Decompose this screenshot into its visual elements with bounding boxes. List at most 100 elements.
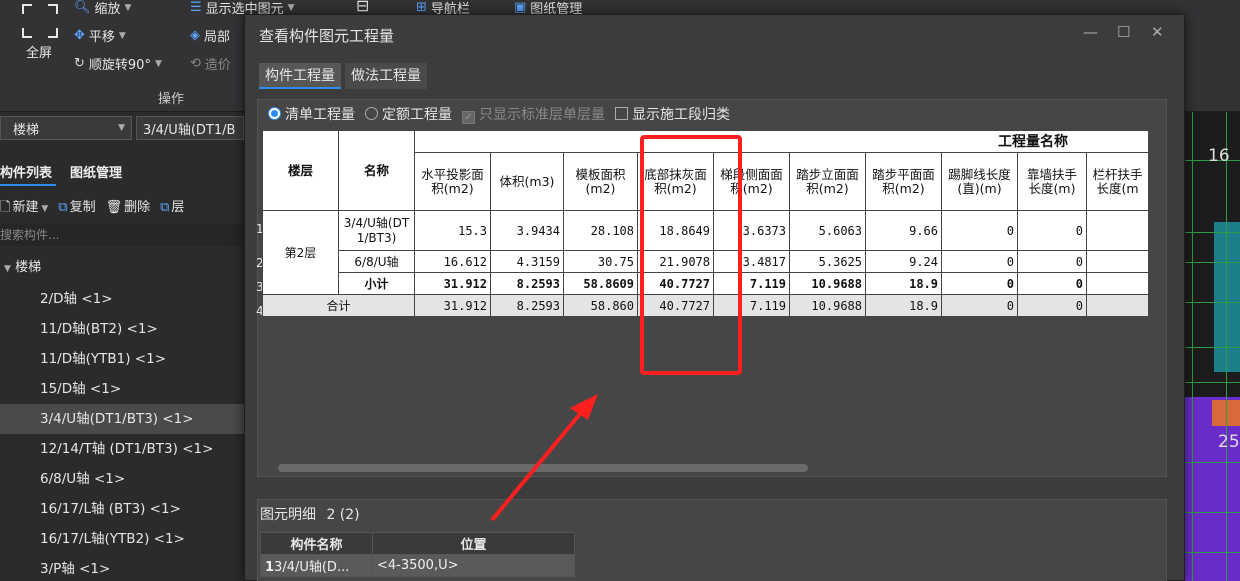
tree-item[interactable]: 11/D轴(BT2) <1> [0,314,244,344]
header-floor: 楼层 [262,130,339,211]
member-search-input[interactable]: 搜索构件... [0,224,244,246]
tree-item[interactable]: 11/D轴(YTB1) <1> [0,344,244,374]
axis-label-top: 16 [1208,146,1230,166]
column-header[interactable]: 水平投影面积(m2) [414,152,491,211]
left-panel: 楼梯 ▼ 3/4/U轴(DT1/B 构件列表 图纸管理 🗋 新建 ▼ ⧉ 复制 🗑 删… [0,112,244,581]
check-icon: ✓ [462,111,475,124]
member-select[interactable]: 3/4/U轴(DT1/B [136,116,244,140]
value-cell: 4.3159 [490,250,564,273]
layer-icon: ⧉ [160,200,170,215]
pan-icon: ✥ [74,28,85,43]
value-cell: 5.6063 [789,210,866,251]
value-cell: 58.8609 [563,272,638,295]
floor-cell: 第2层 [262,210,339,295]
member-tree: 2/D轴 <1> 11/D轴(BT2) <1> 11/D轴(YTB1) <1> 15/… [0,284,244,581]
value-cell: 58.860 [563,294,638,317]
name-cell: 合计 [262,294,415,317]
tree-item[interactable]: 6/8/U轴 <1> [0,464,244,494]
value-cell [1086,250,1149,273]
bill-quantity-radio[interactable]: 清单工程量 [268,104,355,124]
quota-quantity-radio[interactable]: 定额工程量 [365,104,452,124]
partial-button[interactable]: ◈ 局部 [190,26,230,45]
tree-item[interactable]: 16/17/L轴 (BT3) <1> [0,494,244,524]
minimize-icon[interactable]: — [1083,23,1098,41]
dropdown-arrow-icon: ▼ [154,58,162,69]
detail-header-name[interactable]: 构件名称 [260,532,373,555]
column-header[interactable]: 踏步立面面积(m2) [789,152,866,211]
column-header[interactable]: 踏步平面面积(m2) [865,152,942,211]
detail-header-position[interactable]: 位置 [372,532,575,555]
floor-type-select[interactable]: 楼梯 ▼ [0,116,132,140]
value-cell: 31.912 [414,272,491,295]
drawing-canvas[interactable]: 16 25 [1182,112,1240,581]
dropdown-arrow-icon: ▼ [287,2,295,13]
horizontal-scrollbar[interactable] [278,464,808,472]
column-header[interactable]: 模板面积(m2) [563,152,638,211]
value-cell: 9.24 [865,250,942,273]
rotate-button[interactable]: ↻ 顺旋转90° ▼ [74,54,162,73]
new-button[interactable]: 🗋 新建 ▼ [0,196,48,220]
column-header[interactable]: 体积(m3) [490,152,564,211]
pan-button[interactable]: ✥ 平移 ▼ [74,26,126,45]
construction-checkbox[interactable]: 显示施工段归类 [615,104,730,124]
value-cell: 0 [1017,250,1087,273]
tree-item[interactable]: 3/4/U轴(DT1/BT3) <1> [0,404,244,434]
cost-button[interactable]: ⟲ 造价 [190,54,231,73]
value-cell: 5.3625 [789,250,866,273]
close-icon[interactable]: ✕ [1151,23,1164,41]
value-cell: 18.9 [865,294,942,317]
fullscreen-icon[interactable] [22,4,58,38]
tree-item[interactable]: 3/P轴 <1> [0,554,244,581]
value-cell [1086,294,1149,317]
left-toolbar: 🗋 新建 ▼ ⧉ 复制 🗑 删除 ⧉ 层 [0,196,184,220]
partial-view-icon: ◈ [190,28,200,43]
maximize-icon[interactable]: ☐ [1117,23,1130,41]
value-cell: 9.66 [865,210,942,251]
value-cell: 28.108 [563,210,638,251]
highlight-box [640,135,742,375]
value-cell: 0 [941,294,1018,317]
dropdown-arrow-icon: ▼ [118,123,125,133]
tree-item[interactable]: 2/D轴 <1> [0,284,244,314]
value-cell: 0 [1017,272,1087,295]
grid-icon: ⊞ [416,0,427,15]
layer-button[interactable]: ⧉ 层 [160,196,184,220]
drawing-icon: ▣ [514,0,527,15]
column-header[interactable]: 踢脚线长度(直)(m) [941,152,1018,211]
copy-button[interactable]: ⧉ 复制 [58,196,95,220]
zoom-button[interactable]: 🔍︎ 缩放 ▼ [74,0,131,17]
tree-root-stairs[interactable]: ▼ 楼梯 [4,256,41,275]
dropdown-arrow-icon: ▼ [118,30,126,41]
tab-drawing-mgmt[interactable]: 图纸管理 [70,162,126,186]
delete-icon: 🗑 [105,200,123,215]
cost-icon: ⟲ [190,56,201,71]
left-tabs: 构件列表 图纸管理 [0,162,140,186]
dropdown-arrow-icon: ▼ [124,2,132,13]
std-floor-checkbox[interactable]: ✓ 只显示标准层单层量 [462,104,605,124]
table-row[interactable]: 13/4/U轴(D... <4-3500,U> [260,554,575,577]
column-header[interactable]: 栏杆扶手长度(m [1086,152,1149,211]
header-name: 名称 [338,130,415,211]
value-cell: 0 [941,272,1018,295]
fullscreen-button[interactable]: 全屏 [26,42,52,61]
tab-member-list[interactable]: 构件列表 [0,162,57,186]
tree-item[interactable]: 15/D轴 <1> [0,374,244,404]
tab-method-quantity[interactable]: 做法工程量 [345,63,427,89]
tree-item[interactable]: 16/17/L轴(YTB2) <1> [0,524,244,554]
new-icon: 🗋 [0,200,11,215]
value-cell: 0 [1017,210,1087,251]
value-cell: 15.3 [414,210,491,251]
dialog-title: 查看构件图元工程量 [259,27,395,45]
view-toggle-icon[interactable]: ⊟ [356,0,369,15]
collapse-arrow-icon: ▼ [4,264,11,274]
value-cell: 0 [941,210,1018,251]
column-header[interactable]: 靠墙扶手长度(m) [1017,152,1087,211]
value-cell: 0 [1017,294,1087,317]
tab-member-quantity[interactable]: 构件工程量 [259,63,341,89]
name-cell: 3/4/U轴(DT1/BT3) [338,210,415,251]
delete-button[interactable]: 🗑 删除 [106,196,151,220]
zoom-icon: 🔍︎ [74,0,91,15]
value-cell: 3.9434 [490,210,564,251]
header-group: 工程量名称 [414,130,1149,153]
tree-item[interactable]: 12/14/T轴 (DT1/BT3) <1> [0,434,244,464]
